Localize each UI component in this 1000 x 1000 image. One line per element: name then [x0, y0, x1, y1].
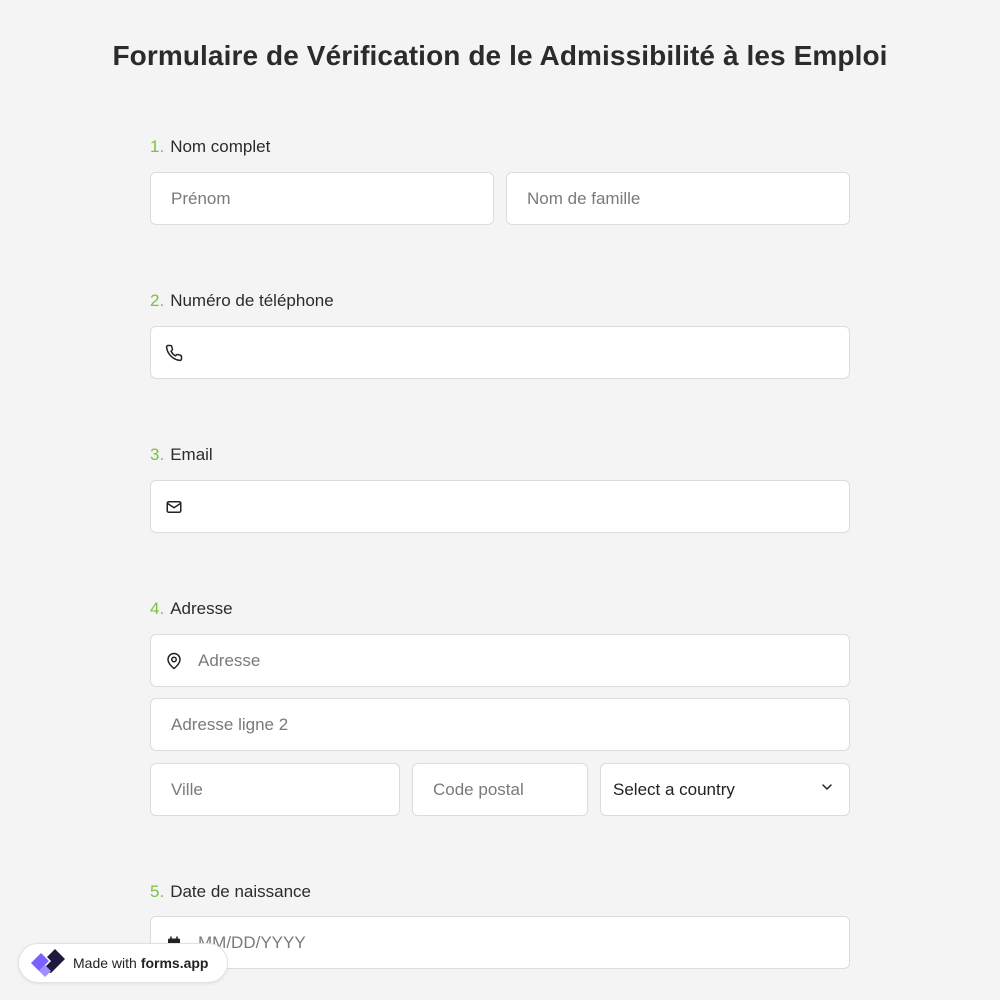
last-name-input[interactable] — [507, 173, 849, 224]
email-input[interactable] — [184, 481, 849, 532]
question-text: Adresse — [170, 599, 233, 618]
postal-code-input[interactable] — [413, 764, 587, 815]
question-text: Date de naissance — [170, 882, 312, 901]
question-label-address: 4. Adresse — [150, 599, 233, 619]
address-field[interactable] — [150, 634, 850, 687]
question-label-full-name: 1. Nom complet — [150, 137, 270, 157]
question-number: 2. — [150, 291, 165, 310]
made-with-badge[interactable]: Made with forms.app — [18, 943, 228, 983]
phone-input[interactable] — [184, 327, 849, 378]
birth-date-input[interactable] — [184, 917, 849, 968]
city-field[interactable] — [150, 763, 400, 816]
country-select-value: Select a country — [613, 779, 735, 799]
country-select[interactable]: Select a country — [600, 763, 850, 816]
birth-date-field[interactable] — [150, 916, 850, 969]
mail-icon — [164, 497, 184, 517]
badge-brand: forms.app — [140, 955, 209, 971]
first-name-field[interactable] — [150, 172, 494, 225]
question-text: Email — [170, 445, 213, 464]
phone-icon — [164, 343, 184, 363]
email-field[interactable] — [150, 480, 850, 533]
badge-prefix: Made with — [73, 955, 137, 971]
question-label-email: 3. Email — [150, 445, 213, 465]
first-name-input[interactable] — [151, 173, 493, 224]
question-number: 4. — [150, 599, 165, 618]
map-pin-icon — [164, 651, 184, 671]
address-line2-input[interactable] — [151, 699, 849, 750]
question-number: 3. — [150, 445, 165, 464]
question-text: Nom complet — [170, 137, 271, 156]
phone-field[interactable] — [150, 326, 850, 379]
question-text: Numéro de téléphone — [170, 291, 334, 310]
question-number: 1. — [150, 137, 165, 156]
postal-code-field[interactable] — [412, 763, 588, 816]
question-label-birth-date: 5. Date de naissance — [150, 882, 311, 902]
question-label-phone: 2. Numéro de téléphone — [150, 291, 334, 311]
last-name-field[interactable] — [506, 172, 850, 225]
chevron-down-icon — [819, 779, 835, 800]
question-number: 5. — [150, 882, 165, 901]
form-page: Formulaire de Vérification de le Admissi… — [0, 0, 1000, 1000]
form-title: Formulaire de Vérification de le Admissi… — [112, 40, 888, 71]
city-input[interactable] — [151, 764, 399, 815]
address-input[interactable] — [184, 635, 849, 686]
address-line2-field[interactable] — [150, 698, 850, 751]
forms-app-logo-icon — [27, 947, 67, 979]
